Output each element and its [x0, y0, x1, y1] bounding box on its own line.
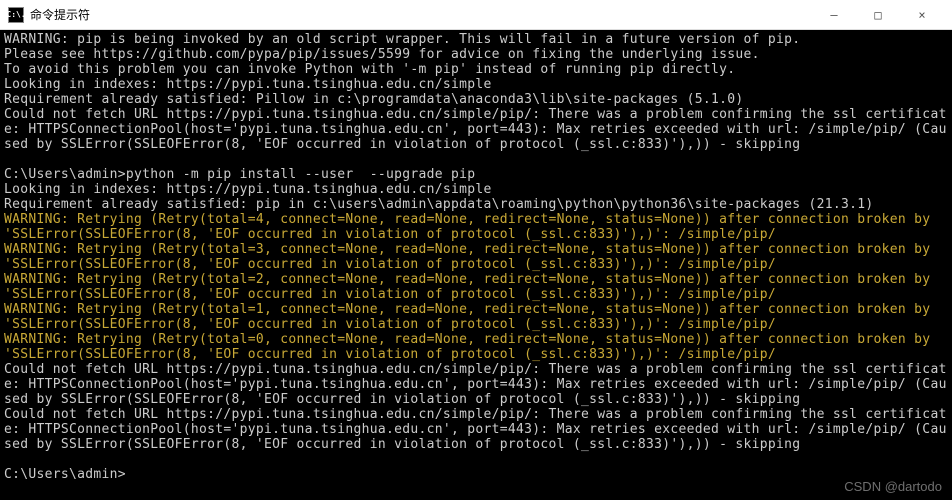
- titlebar-left: C:\. 命令提示符: [8, 6, 90, 23]
- terminal-line: To avoid this problem you can invoke Pyt…: [4, 62, 948, 77]
- cmd-icon: C:\.: [8, 7, 24, 23]
- terminal-line: Please see https://github.com/pypa/pip/i…: [4, 47, 948, 62]
- terminal-line: Requirement already satisfied: pip in c:…: [4, 197, 948, 212]
- terminal-output[interactable]: WARNING: pip is being invoked by an old …: [0, 30, 952, 500]
- minimize-button[interactable]: —: [812, 1, 856, 29]
- terminal-line: WARNING: Retrying (Retry(total=0, connec…: [4, 332, 948, 362]
- terminal-line: WARNING: Retrying (Retry(total=3, connec…: [4, 242, 948, 272]
- terminal-line: WARNING: Retrying (Retry(total=2, connec…: [4, 272, 948, 302]
- terminal-line: WARNING: pip is being invoked by an old …: [4, 32, 948, 47]
- terminal-line: [4, 452, 948, 467]
- terminal-line: WARNING: Retrying (Retry(total=4, connec…: [4, 212, 948, 242]
- terminal-line: Could not fetch URL https://pypi.tuna.ts…: [4, 362, 948, 407]
- terminal-line: Looking in indexes: https://pypi.tuna.ts…: [4, 182, 948, 197]
- terminal-line: [4, 152, 948, 167]
- terminal-line: Looking in indexes: https://pypi.tuna.ts…: [4, 77, 948, 92]
- maximize-button[interactable]: □: [856, 1, 900, 29]
- close-button[interactable]: ×: [900, 1, 944, 29]
- window-title: 命令提示符: [30, 6, 90, 23]
- window-controls: — □ ×: [812, 1, 944, 29]
- terminal-line: C:\Users\admin>: [4, 467, 948, 482]
- terminal-line: Could not fetch URL https://pypi.tuna.ts…: [4, 407, 948, 452]
- terminal-line: Requirement already satisfied: Pillow in…: [4, 92, 948, 107]
- terminal-line: Could not fetch URL https://pypi.tuna.ts…: [4, 107, 948, 152]
- terminal-line: C:\Users\admin>python -m pip install --u…: [4, 167, 948, 182]
- window-titlebar[interactable]: C:\. 命令提示符 — □ ×: [0, 0, 952, 30]
- watermark-text: CSDN @dartodo: [844, 479, 942, 494]
- terminal-line: WARNING: Retrying (Retry(total=1, connec…: [4, 302, 948, 332]
